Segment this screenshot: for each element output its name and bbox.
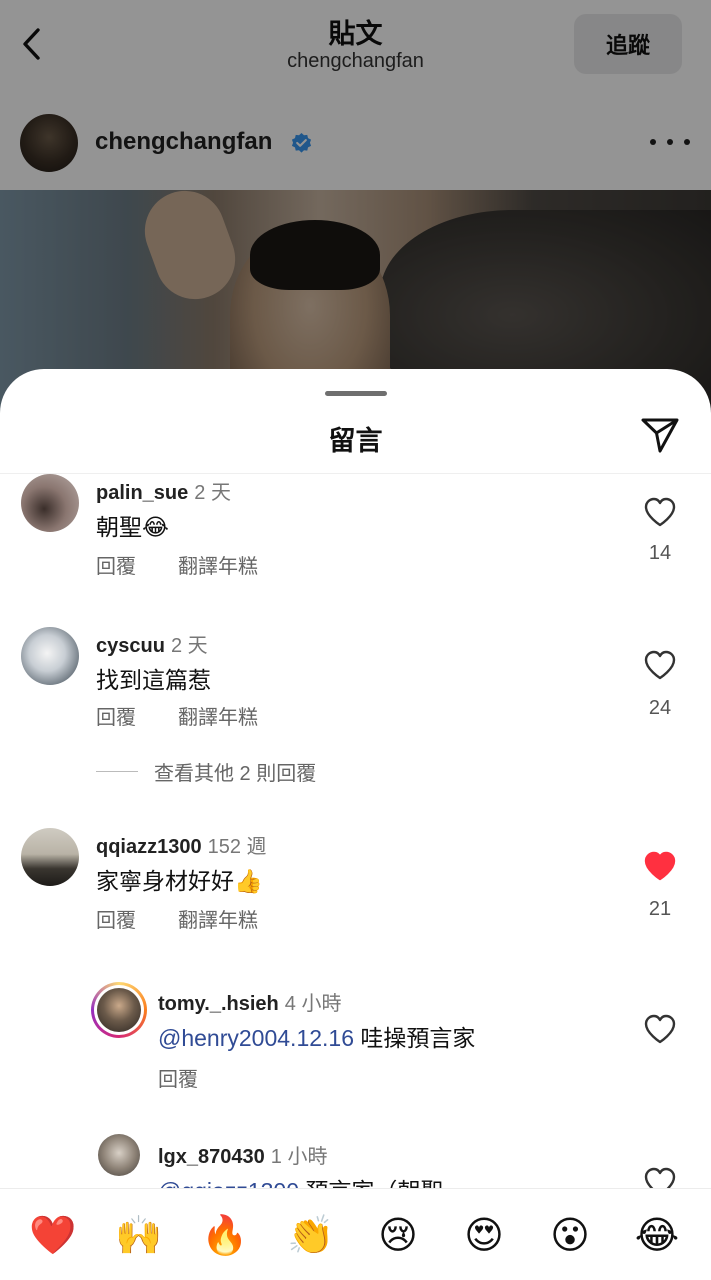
comment-actions: 回覆 翻譯年糕 [96, 550, 300, 579]
modal-overlay[interactable] [0, 0, 711, 420]
like-count: 24 [648, 697, 672, 719]
comment-username[interactable]: tomy._.hsieh 4 小時 [158, 987, 341, 1016]
comment-actions: 回覆 [158, 1063, 240, 1092]
comments-sheet: 留言 palin_sue 2 天 朝聖😂 回覆 翻譯年糕 14 cyscuu 2 天 [0, 369, 711, 1280]
comment-username[interactable]: qqiazz1300 152 週 [96, 830, 267, 859]
avatar[interactable] [21, 627, 79, 685]
clapping-emoji-button[interactable]: 👏 [287, 1213, 334, 1259]
comment-actions: 回覆 翻譯年糕 [96, 904, 300, 933]
surprised-emoji-button[interactable]: 😮 [547, 1213, 593, 1259]
reply-button[interactable]: 回覆 [96, 910, 136, 932]
raising-hands-emoji-button[interactable]: 🙌 [115, 1213, 162, 1259]
avatar[interactable] [21, 474, 79, 532]
comment-text: 找到這篇惹 [96, 667, 211, 693]
reply-item: tomy._.hsieh 4 小時 @henry2004.12.16 哇操預言家 … [0, 982, 711, 1122]
reply-item: lgx_8704301 小時 @qqiazz1300 預言家（朝聖 [0, 1134, 711, 1188]
comment-text: @henry2004.12.16 哇操預言家 [158, 1025, 476, 1051]
reply-button[interactable]: 回覆 [96, 707, 136, 729]
emoji-reaction-bar: ❤️ 🙌 🔥 👏 😢 😍 😮 😂 [0, 1188, 711, 1280]
translate-button[interactable]: 翻譯年糕 [178, 910, 258, 932]
translate-button[interactable]: 翻譯年糕 [178, 707, 258, 729]
mention-link[interactable]: @henry2004.12.16 [158, 1025, 354, 1051]
comments-list: palin_sue 2 天 朝聖😂 回覆 翻譯年糕 14 cyscuu 2 天 找到這… [0, 474, 711, 1188]
comment-username[interactable]: cyscuu 2 天 [96, 629, 208, 658]
heart-emoji-button[interactable]: ❤️ [29, 1213, 76, 1259]
view-more-replies[interactable]: 查看其他 2 則回覆 [96, 757, 316, 786]
avatar[interactable] [21, 828, 79, 886]
comment-text: @qqiazz1300 預言家（朝聖 [158, 1172, 443, 1188]
comment-item: palin_sue 2 天 朝聖😂 回覆 翻譯年糕 14 [0, 474, 711, 624]
crying-emoji-button[interactable]: 😢 [375, 1213, 421, 1259]
avatar[interactable] [98, 1134, 140, 1176]
post-page-background: 貼文 chengchangfan 追蹤 chengchangfan [0, 0, 711, 420]
share-send-icon[interactable] [638, 413, 682, 457]
comment-actions: 回覆 翻譯年糕 [96, 701, 300, 730]
heart-eyes-emoji-button[interactable]: 😍 [461, 1213, 507, 1259]
heart-icon[interactable] [643, 1166, 677, 1188]
comment-text: 家寧身材好好👍 [96, 868, 263, 894]
translate-button[interactable]: 翻譯年糕 [178, 556, 258, 578]
comment-username[interactable]: lgx_870430 1 小時 [158, 1140, 327, 1169]
heart-icon[interactable] [643, 496, 677, 528]
laughing-emoji-button[interactable]: 😂 [634, 1213, 680, 1259]
avatar-story-ring[interactable] [91, 982, 147, 1038]
reply-button[interactable]: 回覆 [96, 556, 136, 578]
comment-username[interactable]: palin_sue 2 天 [96, 476, 231, 505]
like-count: 21 [648, 898, 672, 920]
drag-handle[interactable] [325, 391, 387, 396]
heart-icon[interactable] [643, 649, 677, 681]
like-count: 14 [648, 542, 672, 564]
comment-item: qqiazz1300 152 週 家寧身材好好👍 回覆 翻譯年糕 21 [0, 828, 711, 978]
comment-item: cyscuu 2 天 找到這篇惹 回覆 翻譯年糕 24 查看其他 2 則回覆 [0, 627, 711, 787]
heart-icon[interactable] [643, 1013, 677, 1045]
heart-filled-icon[interactable] [643, 850, 677, 882]
reply-button[interactable]: 回覆 [158, 1069, 198, 1091]
fire-emoji-button[interactable]: 🔥 [201, 1213, 248, 1259]
comment-text: 朝聖😂 [96, 514, 169, 540]
mention-link[interactable]: @qqiazz1300 [158, 1178, 299, 1188]
sheet-title: 留言 [328, 426, 383, 456]
